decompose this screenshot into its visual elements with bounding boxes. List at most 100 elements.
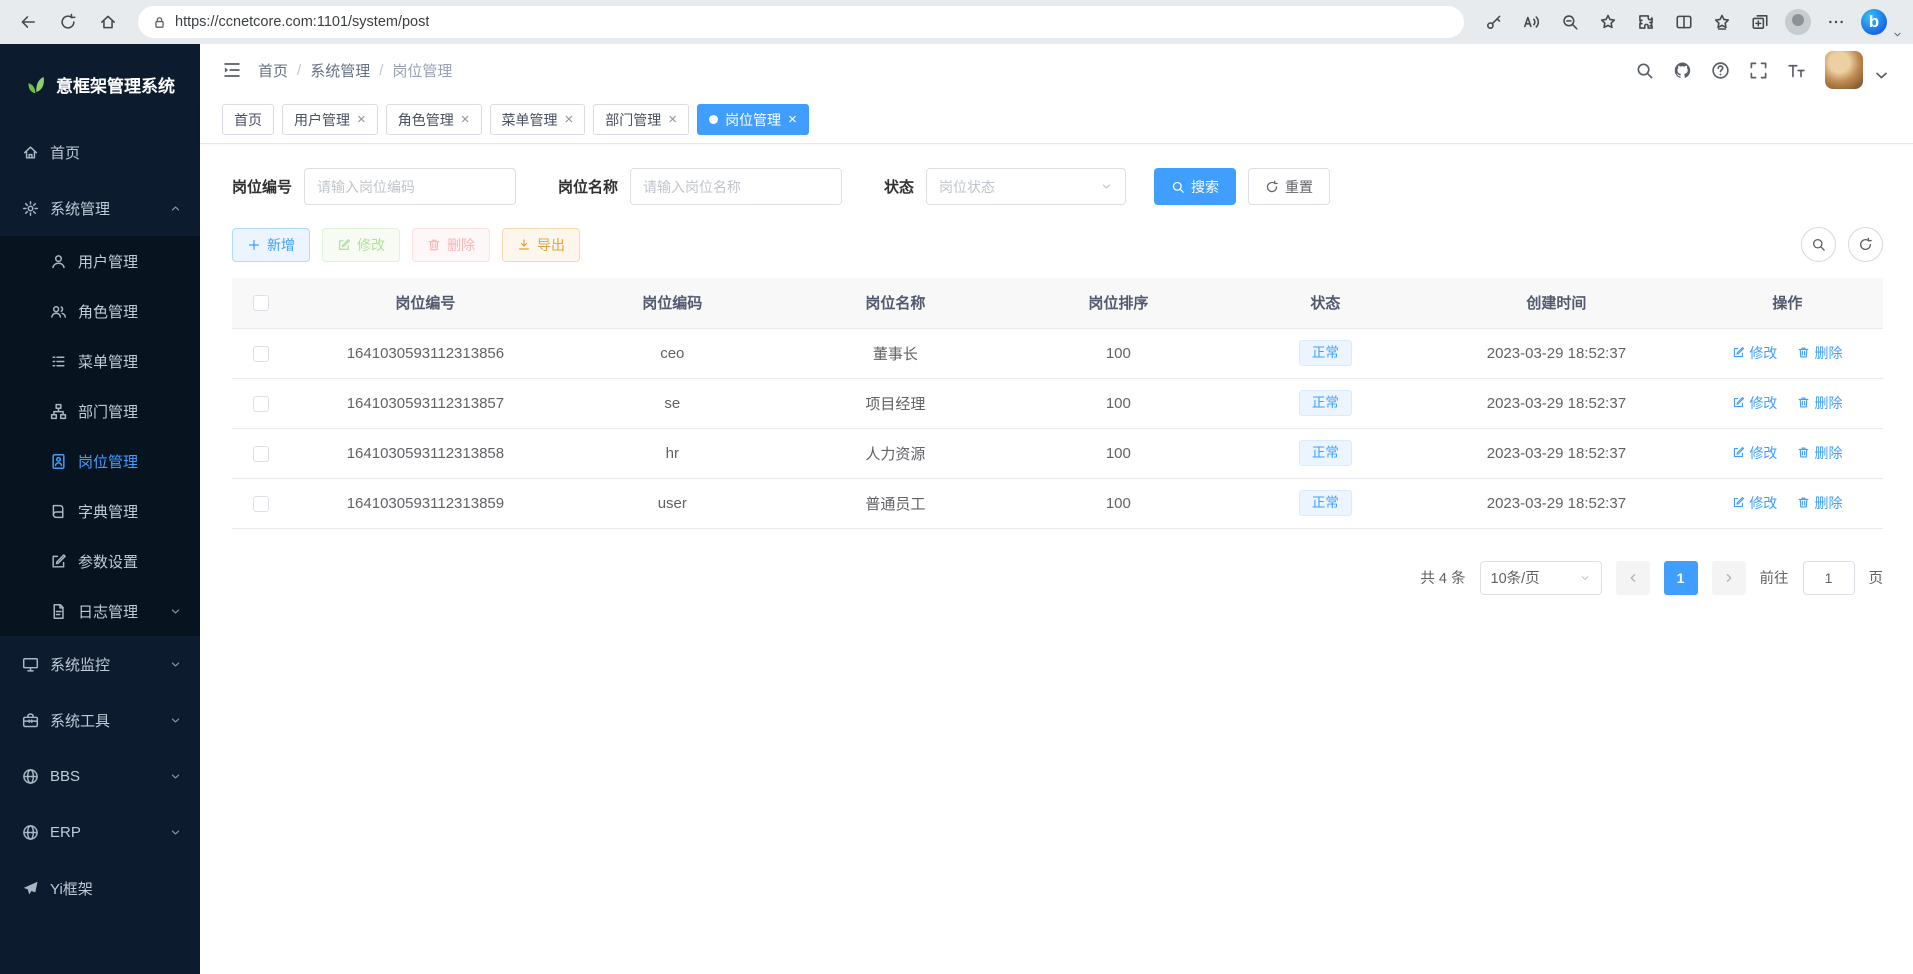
read-aloud-button[interactable] [1514,4,1550,40]
goto-page-input[interactable] [1803,561,1855,595]
cell-post-id: 1641030593112313856 [290,328,561,378]
chevron-down-icon [169,714,182,727]
row-delete-link[interactable]: 删除 [1797,393,1842,413]
header-search-icon[interactable] [1635,61,1654,80]
tab-close-icon[interactable]: × [668,112,677,127]
site-info-lock-icon[interactable] [152,15,167,30]
row-edit-link[interactable]: 修改 [1732,443,1777,463]
copilot-button[interactable]: b [1856,4,1892,40]
active-tab-dot [709,115,718,124]
table-row[interactable]: 1641030593112313858 hr 人力资源 100 正常 2023-… [232,428,1883,478]
browser-back-button[interactable] [10,4,46,40]
table-row[interactable]: 1641030593112313857 se 项目经理 100 正常 2023-… [232,378,1883,428]
export-button[interactable]: 导出 [502,228,580,262]
page-size-select[interactable]: 10条/页 [1480,561,1602,595]
sidebar-collapse-icon[interactable] [222,60,242,80]
sidebar-item-param-settings[interactable]: 参数设置 [0,536,200,586]
browser-home-button[interactable] [90,4,126,40]
row-edit-link[interactable]: 修改 [1732,343,1777,363]
reset-refresh-icon [1265,180,1279,194]
sidebar-item-post-mgmt[interactable]: 岗位管理 [0,436,200,486]
password-manager-button[interactable] [1476,4,1512,40]
row-checkbox[interactable] [253,446,269,462]
row-edit-link[interactable]: 修改 [1732,393,1777,413]
sidebar-group-log-mgmt[interactable]: 日志管理 [0,586,200,636]
favorites-bar-button[interactable] [1704,4,1740,40]
reset-button[interactable]: 重置 [1248,168,1330,205]
post-name-input[interactable] [630,168,842,205]
sidebar-item-menu-mgmt[interactable]: 菜单管理 [0,336,200,386]
tab-user-mgmt[interactable]: 用户管理 × [282,104,378,135]
row-edit-link[interactable]: 修改 [1732,493,1777,513]
url-text[interactable]: https://ccnetcore.com:1101/system/post [175,14,429,30]
row-checkbox[interactable] [253,396,269,412]
row-delete-link[interactable]: 删除 [1797,493,1842,513]
select-all-checkbox[interactable] [253,295,269,311]
address-bar[interactable]: https://ccnetcore.com:1101/system/post [138,6,1464,38]
search-icon [1171,180,1185,194]
search-button[interactable]: 搜索 [1154,168,1236,205]
table-row[interactable]: 1641030593112313856 ceo 董事长 100 正常 2023-… [232,328,1883,378]
sidebar-item-role-mgmt[interactable]: 角色管理 [0,286,200,336]
browser-menu-button[interactable] [1818,4,1854,40]
toggle-search-button[interactable] [1801,227,1836,262]
row-checkbox[interactable] [253,496,269,512]
sidebar-group-label: 系统监控 [50,654,110,675]
tab-post-mgmt[interactable]: 岗位管理 × [697,104,809,135]
prev-page-button[interactable] [1616,561,1650,595]
fullscreen-icon[interactable] [1749,61,1768,80]
sidebar-flyout-caret-icon[interactable] [1892,29,1903,40]
edit-icon [1732,346,1745,359]
tab-close-icon[interactable]: × [788,112,797,127]
post-badge-icon [50,453,67,470]
tab-close-icon[interactable]: × [565,112,574,127]
tag-tabs-bar: 首页 用户管理 × 角色管理 × 菜单管理 × 部门管理 × 岗位管理 × [200,96,1913,144]
breadcrumb-system-mgmt[interactable]: 系统管理 [310,60,370,81]
extensions-button[interactable] [1628,4,1664,40]
user-avatar[interactable] [1825,51,1863,89]
sidebar-item-home[interactable]: 首页 [0,124,200,180]
page-number-button[interactable]: 1 [1664,561,1698,595]
browser-profile-button[interactable] [1780,4,1816,40]
status-select[interactable]: 岗位状态 [926,168,1126,205]
font-size-icon[interactable] [1787,61,1806,80]
tab-close-icon[interactable]: × [461,112,470,127]
breadcrumb-home[interactable]: 首页 [258,60,288,81]
browser-refresh-button[interactable] [50,4,86,40]
row-delete-link[interactable]: 删除 [1797,343,1842,363]
github-icon[interactable] [1673,61,1692,80]
row-delete-link[interactable]: 删除 [1797,443,1842,463]
next-page-button[interactable] [1712,561,1746,595]
sidebar-item-label: 菜单管理 [78,351,138,372]
sidebar-item-dept-mgmt[interactable]: 部门管理 [0,386,200,436]
tab-label: 首页 [234,110,262,130]
row-checkbox[interactable] [253,346,269,362]
app-logo[interactable]: 意框架管理系统 [0,44,200,124]
sidebar-group-system-mgmt[interactable]: 系统管理 [0,180,200,236]
table-row[interactable]: 1641030593112313859 user 普通员工 100 正常 202… [232,478,1883,528]
delete-button[interactable]: 删除 [412,228,490,262]
sidebar-group-bbs[interactable]: BBS [0,748,200,804]
tab-home[interactable]: 首页 [222,104,274,135]
tab-menu-mgmt[interactable]: 菜单管理 × [490,104,586,135]
edit-button[interactable]: 修改 [322,228,400,262]
tab-role-mgmt[interactable]: 角色管理 × [386,104,482,135]
sidebar-group-tools[interactable]: 系统工具 [0,692,200,748]
add-button[interactable]: 新增 [232,228,310,262]
user-menu-caret-icon[interactable] [1872,66,1891,85]
split-screen-button[interactable] [1666,4,1702,40]
sidebar-group-monitor[interactable]: 系统监控 [0,636,200,692]
tab-close-icon[interactable]: × [357,112,366,127]
split-screen-icon [1675,13,1693,31]
sidebar-item-user-mgmt[interactable]: 用户管理 [0,236,200,286]
zoom-button[interactable] [1552,4,1588,40]
collections-button[interactable] [1742,4,1778,40]
sidebar-group-erp[interactable]: ERP [0,804,200,860]
tab-dept-mgmt[interactable]: 部门管理 × [593,104,689,135]
add-favorite-button[interactable] [1590,4,1626,40]
post-code-input[interactable] [304,168,516,205]
sidebar-item-dict-mgmt[interactable]: 字典管理 [0,486,200,536]
refresh-table-button[interactable] [1848,227,1883,262]
help-icon[interactable] [1711,61,1730,80]
sidebar-item-yi-framework[interactable]: Yi框架 [0,860,200,916]
